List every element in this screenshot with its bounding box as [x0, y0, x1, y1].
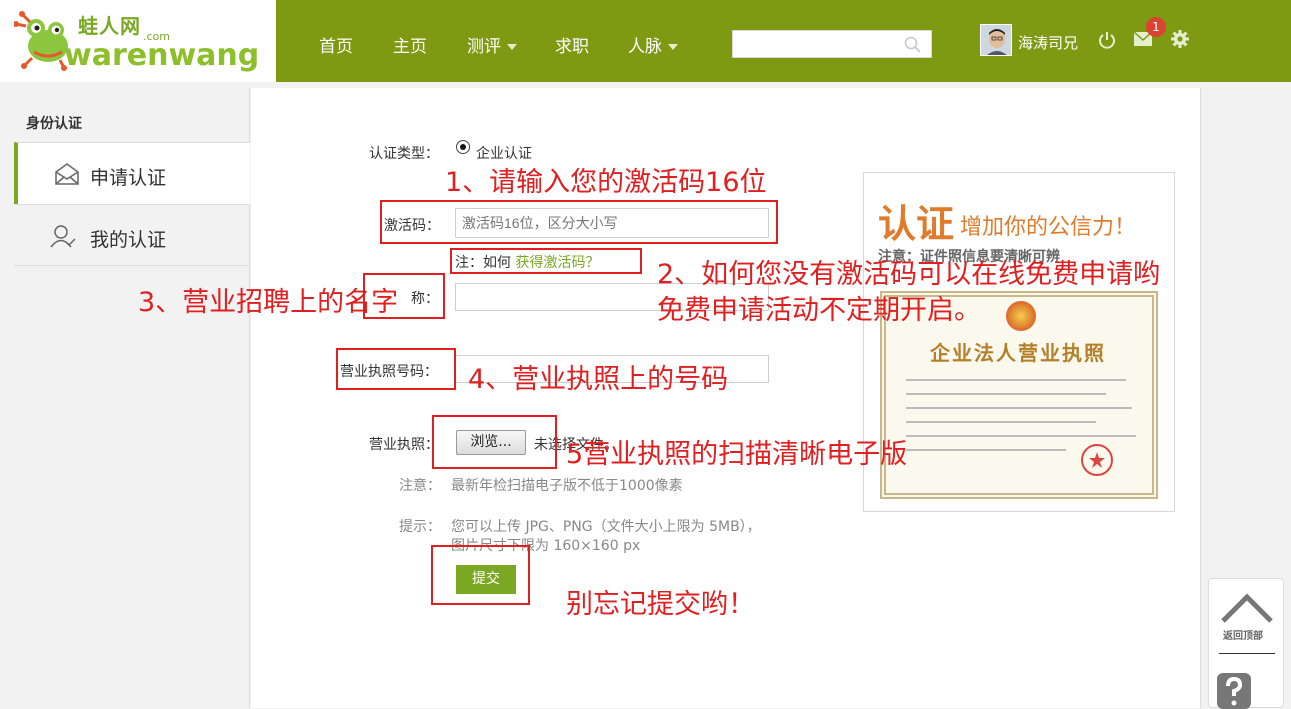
logo[interactable]: 蛙人网 .com warenwang — [0, 0, 276, 82]
cert-title-big: 认证 — [878, 202, 955, 246]
license-file-label: 营业执照： — [369, 437, 439, 453]
tip-label: 提示： — [399, 519, 441, 535]
annotation-box-license-no — [336, 348, 456, 390]
enterprise-radio[interactable] — [456, 140, 470, 154]
nav-assessment-label: 测评 — [467, 37, 501, 57]
sidebar-title: 身份认证 — [26, 116, 82, 132]
note-label: 注意： — [399, 478, 441, 494]
certificate-sample-panel: 认证 增加你的公信力！ 注意：证件照信息要清晰可辨 企业法人营业执照 — [863, 172, 1175, 512]
chevron-down-icon — [668, 44, 678, 50]
annotation-box-get-code — [450, 248, 642, 274]
help-icon[interactable] — [1217, 673, 1257, 709]
license-title: 企业法人营业执照 — [930, 341, 1106, 365]
cert-type-label: 认证类型： — [369, 146, 439, 162]
license-text-line — [906, 379, 1126, 381]
search-input[interactable] — [732, 30, 932, 58]
sidebar-item-label: 我的认证 — [90, 229, 167, 251]
logo-cn-text: 蛙人网 — [78, 14, 141, 38]
red-seal-icon — [1081, 444, 1113, 476]
avatar[interactable] — [980, 24, 1012, 56]
annotation-step4: 4、营业执照上的号码 — [468, 364, 729, 395]
nav-profile[interactable]: 主页 — [393, 32, 427, 57]
annotation-step2-line1: 2、如何您没有激活码可以在线免费申请哟 — [657, 259, 1161, 290]
note-text: 最新年检扫描电子版不低于1000像素 — [451, 478, 683, 494]
annotation-step1: 1、请输入您的激活码16位 — [445, 167, 767, 198]
license-text-line — [906, 421, 1096, 423]
nav-assessment[interactable]: 测评 — [467, 32, 517, 57]
nav-jobs[interactable]: 求职 — [555, 32, 589, 57]
notification-badge: 1 — [1146, 17, 1166, 37]
nav-profile-label: 主页 — [393, 37, 427, 57]
nav-network-label: 人脉 — [628, 37, 662, 57]
gear-icon[interactable] — [1170, 29, 1190, 49]
back-to-top-label[interactable]: 返回顶部 — [1223, 627, 1263, 642]
avatar-image — [981, 25, 1011, 55]
license-text-line — [906, 407, 1132, 409]
annotation-step5: 5营业执照的扫描清晰电子版 — [566, 439, 908, 470]
chevron-down-icon — [507, 44, 517, 50]
annotation-box-upload — [432, 415, 557, 469]
national-emblem-icon — [1006, 301, 1036, 331]
annotation-step2-line2: 免费申请活动不定期开启。 — [657, 295, 981, 326]
tip-text-line1: 您可以上传 JPG、PNG（文件大小上限为 5MB）， — [451, 519, 761, 535]
license-text-line — [906, 393, 1106, 395]
nav-jobs-label: 求职 — [555, 37, 589, 57]
license-text-line — [906, 449, 1066, 451]
nav-network[interactable]: 人脉 — [628, 32, 678, 57]
nav-home[interactable]: 首页 — [319, 32, 353, 57]
logo-en-text: warenwang — [64, 38, 260, 73]
annotation-step3: 3、营业招聘上的名字 — [138, 287, 399, 318]
power-icon[interactable] — [1097, 30, 1117, 50]
sidebar-item-apply-certification[interactable]: 申请认证 — [14, 142, 250, 204]
sidebar-item-label: 申请认证 — [90, 167, 167, 189]
search-icon[interactable] — [904, 36, 922, 54]
annotation-submit-reminder: 别忘记提交哟！ — [566, 589, 755, 620]
user-icon — [50, 225, 76, 248]
cert-title-small: 增加你的公信力！ — [960, 215, 1137, 240]
nav-home-label: 首页 — [319, 37, 353, 57]
license-text-line — [906, 435, 1136, 437]
annotation-box-submit — [431, 545, 530, 605]
annotation-box-code — [380, 200, 778, 244]
username[interactable]: 海涛司兄 — [1018, 32, 1078, 53]
envelope-icon — [55, 163, 79, 185]
sidebar-item-my-certification[interactable]: 我的认证 — [14, 204, 250, 266]
back-to-top-icon[interactable] — [1219, 591, 1275, 625]
divider — [1219, 653, 1275, 654]
back-to-top-widget: 返回顶部 — [1208, 578, 1284, 709]
sidebar: 身份认证 申请认证 我的认证 — [14, 88, 250, 708]
